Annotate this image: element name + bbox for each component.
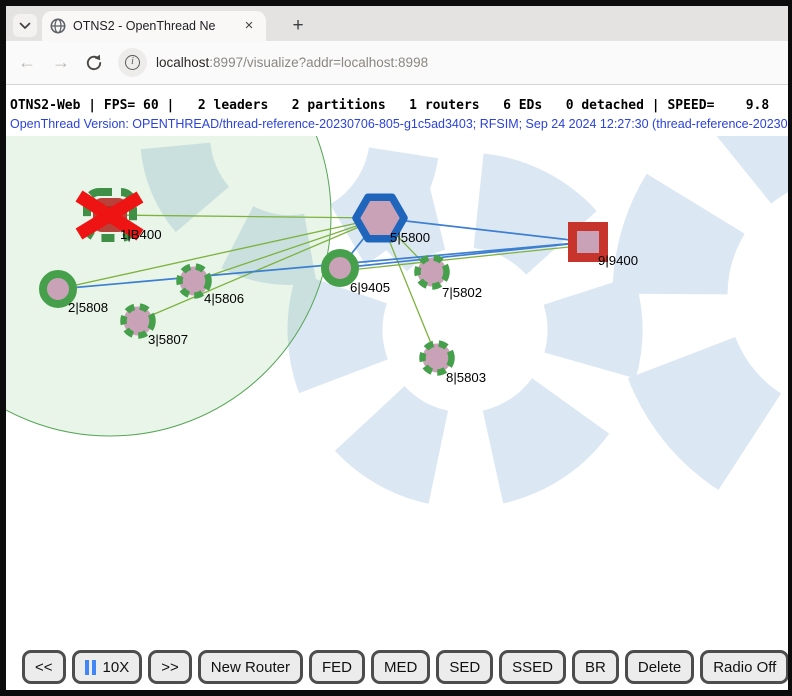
window-frame [0,0,792,6]
node-label: 8|5803 [446,370,486,385]
url-host: localhost [156,55,209,70]
tab-search-button[interactable] [13,14,37,37]
site-info-icon[interactable]: i [118,48,147,77]
browser-window: OTNS2 - OpenThread Ne × + ← → i localhos… [0,0,792,696]
add-fed-button[interactable]: FED [309,650,365,684]
node-label: 1|B400 [120,227,162,242]
add-br-button[interactable]: BR [572,650,619,684]
new-tab-button[interactable]: + [285,14,311,38]
delete-button[interactable]: Delete [625,650,694,684]
otns-page: OTNS2-Web | FPS= 60 | 2 leaders 2 partit… [6,86,788,690]
node-label: 2|5808 [68,300,108,315]
node-7-5802[interactable]: 7|5802 [418,258,483,301]
add-sed-button[interactable]: SED [436,650,493,684]
node-label: 9|9400 [598,253,638,268]
browser-toolbar: ← → i localhost:8997/visualize?addr=loca… [6,41,788,85]
network-canvas[interactable]: 1|B400 2|5808 3|5807 4|5806 5|5800 6|9405 7|58… [6,136,788,644]
node-8-5803[interactable]: 8|5803 [423,344,487,386]
window-frame [788,0,792,696]
speed-up-button[interactable]: >> [148,650,192,684]
speed-down-button[interactable]: << [22,650,66,684]
tab-title: OTNS2 - OpenThread Ne [73,19,233,33]
node-label: 3|5807 [148,332,188,347]
radio-off-button[interactable]: Radio Off [700,650,788,684]
url-path: :8997/visualize?addr=localhost:8998 [209,55,428,70]
node-label: 5|5800 [390,230,430,245]
globe-icon [50,18,66,34]
forward-button[interactable]: → [48,52,74,73]
node-label: 4|5806 [204,291,244,306]
browser-tab[interactable]: OTNS2 - OpenThread Ne × [42,11,266,41]
window-frame [0,0,6,696]
pause-speed-button[interactable]: 10X [72,650,143,684]
pause-icon [85,660,96,675]
sim-toolbar: <<10X>>New RouterFEDMEDSEDSSEDBRDeleteRa… [6,644,788,690]
version-line: OpenThread Version: OPENTHREAD/thread-re… [10,117,788,131]
new-router-button[interactable]: New Router [198,650,303,684]
status-bar: OTNS2-Web | FPS= 60 | 2 leaders 2 partit… [10,98,769,113]
add-med-button[interactable]: MED [371,650,430,684]
reload-button[interactable] [84,53,104,73]
tab-close-icon[interactable]: × [240,17,258,35]
node-label: 6|9405 [350,280,390,295]
chevron-down-icon [19,22,31,30]
tab-bar: OTNS2 - OpenThread Ne × + [6,6,788,41]
window-frame [0,690,792,696]
node-label: 7|5802 [442,285,482,300]
back-button[interactable]: ← [14,52,40,73]
add-ssed-button[interactable]: SSED [499,650,566,684]
address-bar[interactable]: localhost:8997/visualize?addr=localhost:… [156,55,428,70]
